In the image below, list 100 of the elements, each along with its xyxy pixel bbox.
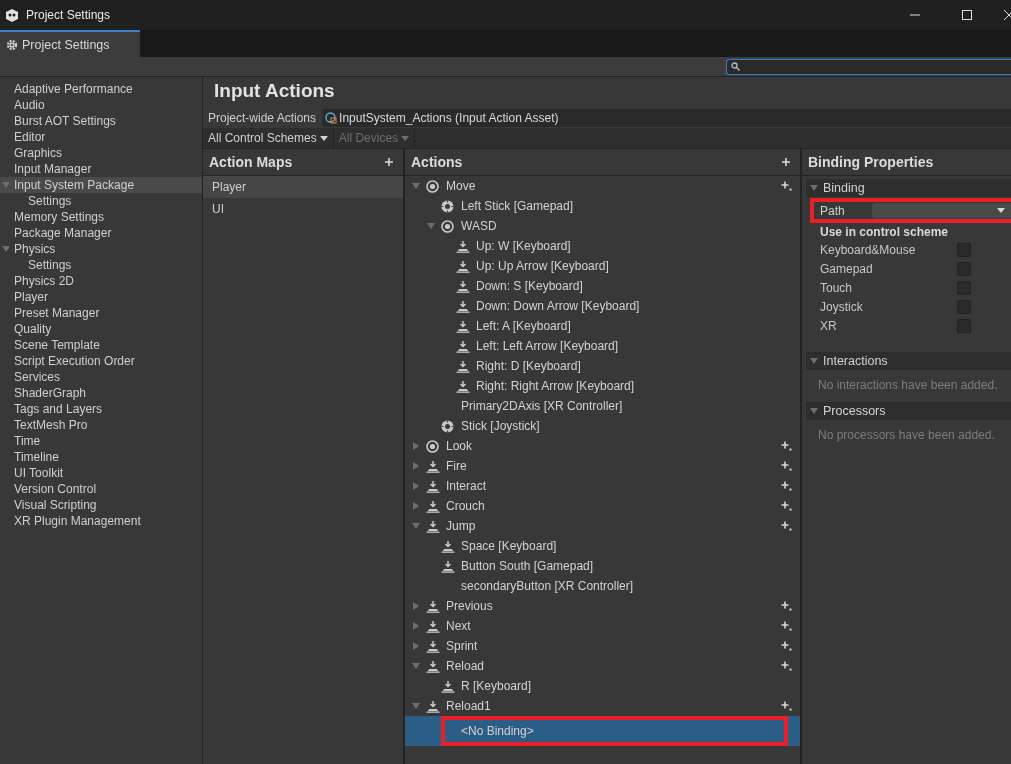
- add-binding-icon[interactable]: [781, 481, 792, 491]
- maximize-icon[interactable]: [961, 9, 973, 21]
- action-tree-item[interactable]: Space [Keyboard]: [405, 536, 800, 556]
- action-tree-item[interactable]: Next: [405, 616, 800, 636]
- sidebar-item[interactable]: Input Manager: [0, 161, 202, 177]
- sidebar-item[interactable]: Editor: [0, 129, 202, 145]
- action-tree-item[interactable]: Move: [405, 176, 800, 196]
- sidebar-item[interactable]: Memory Settings: [0, 209, 202, 225]
- action-tree-item[interactable]: Right: Right Arrow [Keyboard]: [405, 376, 800, 396]
- expanded-arrow-icon[interactable]: [2, 181, 10, 189]
- sidebar-item[interactable]: Time: [0, 433, 202, 449]
- expanded-arrow-icon[interactable]: [810, 357, 818, 365]
- add-binding-icon[interactable]: [781, 521, 792, 531]
- collapsed-arrow-icon[interactable]: [412, 502, 420, 510]
- sidebar-item[interactable]: Services: [0, 369, 202, 385]
- settings-tab[interactable]: Project Settings: [0, 30, 140, 57]
- expanded-arrow-icon[interactable]: [412, 522, 420, 530]
- expanded-arrow-icon[interactable]: [2, 245, 10, 253]
- action-tree-item[interactable]: Left: Left Arrow [Keyboard]: [405, 336, 800, 356]
- action-tree-item[interactable]: Jump: [405, 516, 800, 536]
- sidebar-item[interactable]: Quality: [0, 321, 202, 337]
- add-binding-icon[interactable]: [781, 441, 792, 451]
- add-binding-icon[interactable]: [781, 181, 792, 191]
- action-tree-item[interactable]: Stick [Joystick]: [405, 416, 800, 436]
- action-tree-item[interactable]: Button South [Gamepad]: [405, 556, 800, 576]
- scheme-dropdown[interactable]: All Control Schemes: [203, 128, 334, 148]
- expanded-arrow-icon[interactable]: [412, 662, 420, 670]
- sidebar-item[interactable]: Settings: [0, 193, 202, 209]
- sidebar-item[interactable]: Package Manager: [0, 225, 202, 241]
- button-press-icon: [441, 539, 455, 553]
- action-tree-item[interactable]: Up: W [Keyboard]: [405, 236, 800, 256]
- action-tree-item[interactable]: Interact: [405, 476, 800, 496]
- sidebar-item[interactable]: Tags and Layers: [0, 401, 202, 417]
- sidebar-item[interactable]: Adaptive Performance: [0, 81, 202, 97]
- collapsed-arrow-icon[interactable]: [412, 622, 420, 630]
- add-binding-icon[interactable]: [781, 621, 792, 631]
- sidebar-item[interactable]: Scene Template: [0, 337, 202, 353]
- collapsed-arrow-icon[interactable]: [412, 642, 420, 650]
- action-tree-item[interactable]: Fire: [405, 456, 800, 476]
- action-tree-item[interactable]: Reload1: [405, 696, 800, 716]
- sidebar-item[interactable]: TextMesh Pro: [0, 417, 202, 433]
- action-tree-item[interactable]: <No Binding>: [405, 716, 800, 746]
- asset-field[interactable]: InputSystem_Actions (Input Action Asset): [322, 109, 1011, 127]
- sidebar-item[interactable]: Preset Manager: [0, 305, 202, 321]
- collapsed-arrow-icon[interactable]: [412, 462, 420, 470]
- action-tree-item[interactable]: Left: A [Keyboard]: [405, 316, 800, 336]
- sidebar-item[interactable]: Visual Scripting: [0, 497, 202, 513]
- action-tree-item[interactable]: Up: Up Arrow [Keyboard]: [405, 256, 800, 276]
- action-tree-item[interactable]: R [Keyboard]: [405, 676, 800, 696]
- add-binding-icon[interactable]: [781, 461, 792, 471]
- action-tree-item[interactable]: Down: Down Arrow [Keyboard]: [405, 296, 800, 316]
- collapsed-arrow-icon[interactable]: [412, 482, 420, 490]
- expanded-arrow-icon[interactable]: [810, 184, 818, 192]
- action-map-item[interactable]: Player: [203, 176, 403, 198]
- expanded-arrow-icon[interactable]: [412, 182, 420, 190]
- add-binding-icon[interactable]: [781, 641, 792, 651]
- sidebar-item[interactable]: XR Plugin Management: [0, 513, 202, 529]
- action-tree-item[interactable]: Primary2DAxis [XR Controller]: [405, 396, 800, 416]
- sidebar-item[interactable]: Settings: [0, 257, 202, 273]
- action-map-item[interactable]: UI: [203, 198, 403, 220]
- action-tree-item[interactable]: Left Stick [Gamepad]: [405, 196, 800, 216]
- sidebar-item[interactable]: Physics 2D: [0, 273, 202, 289]
- collapsed-arrow-icon[interactable]: [412, 602, 420, 610]
- action-tree-item[interactable]: Right: D [Keyboard]: [405, 356, 800, 376]
- sidebar-item[interactable]: Physics: [0, 241, 202, 257]
- sidebar-item[interactable]: Player: [0, 289, 202, 305]
- action-tree-item[interactable]: Reload: [405, 656, 800, 676]
- action-tree-item[interactable]: Previous: [405, 596, 800, 616]
- add-binding-icon[interactable]: [781, 661, 792, 671]
- action-tree-item[interactable]: WASD: [405, 216, 800, 236]
- sidebar-item[interactable]: Version Control: [0, 481, 202, 497]
- sidebar-item[interactable]: Timeline: [0, 449, 202, 465]
- search-field[interactable]: [726, 58, 1011, 75]
- foldout-header[interactable]: Interactions: [806, 352, 1011, 370]
- action-tree-item[interactable]: Down: S [Keyboard]: [405, 276, 800, 296]
- collapsed-arrow-icon[interactable]: [412, 442, 420, 450]
- sidebar-item[interactable]: Input System Package: [0, 177, 202, 193]
- action-tree-item[interactable]: Sprint: [405, 636, 800, 656]
- action-tree-item[interactable]: Look: [405, 436, 800, 456]
- sidebar-item[interactable]: Audio: [0, 97, 202, 113]
- foldout-header[interactable]: Binding: [806, 179, 1011, 197]
- add-binding-icon[interactable]: [781, 701, 792, 711]
- add-icon[interactable]: [385, 158, 393, 166]
- add-icon[interactable]: [782, 158, 790, 166]
- expanded-arrow-icon[interactable]: [412, 702, 420, 710]
- expanded-arrow-icon[interactable]: [427, 222, 435, 230]
- button-press-icon: [456, 359, 470, 373]
- sidebar-item[interactable]: Graphics: [0, 145, 202, 161]
- action-tree-item[interactable]: secondaryButton [XR Controller]: [405, 576, 800, 596]
- expanded-arrow-icon[interactable]: [810, 407, 818, 415]
- sidebar-item[interactable]: Script Execution Order: [0, 353, 202, 369]
- foldout-header[interactable]: Processors: [806, 402, 1011, 420]
- sidebar-item[interactable]: ShaderGraph: [0, 385, 202, 401]
- action-tree-item[interactable]: Crouch: [405, 496, 800, 516]
- add-binding-icon[interactable]: [781, 501, 792, 511]
- close-icon[interactable]: [1003, 9, 1011, 21]
- sidebar-item[interactable]: UI Toolkit: [0, 465, 202, 481]
- button-press-icon: [426, 619, 440, 633]
- add-binding-icon[interactable]: [781, 601, 792, 611]
- sidebar-item[interactable]: Burst AOT Settings: [0, 113, 202, 129]
